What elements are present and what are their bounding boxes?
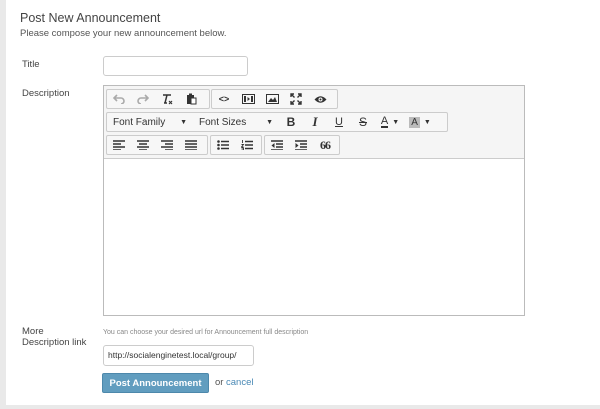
format-group: Font Family ▼ Font Sizes ▼ B I U S A ▼ A… [106, 112, 448, 132]
chevron-down-icon: ▼ [180, 118, 187, 126]
chevron-down-icon: ▼ [392, 118, 400, 126]
bold-button[interactable]: B [279, 113, 303, 131]
align-center-icon[interactable] [131, 136, 155, 154]
indent-icon[interactable] [289, 136, 313, 154]
history-group [106, 89, 210, 109]
underline-button[interactable]: U [327, 113, 351, 131]
chevron-down-icon: ▼ [423, 118, 431, 126]
clear-format-icon[interactable] [155, 90, 179, 108]
italic-label: I [312, 114, 318, 129]
strikethrough-label: S [358, 115, 367, 129]
background-color-button[interactable]: A ▼ [405, 113, 435, 131]
more-label-line2: Description link [22, 337, 87, 348]
blockquote-icon[interactable]: 66 [313, 136, 337, 154]
description-link-input[interactable]: http://socialenginetest.local/group/ [103, 345, 254, 366]
insert-group: <> [211, 89, 338, 109]
undo-icon[interactable] [107, 90, 131, 108]
paste-icon[interactable] [179, 90, 203, 108]
background-color-label: A [409, 116, 420, 128]
preview-icon[interactable] [308, 90, 332, 108]
fullscreen-icon[interactable] [284, 90, 308, 108]
more-label-line1: More [22, 326, 44, 337]
text-color-button[interactable]: A ▼ [375, 113, 405, 131]
code-icon-label: <> [218, 94, 230, 104]
description-label: Description [22, 88, 70, 99]
indent-group: 66 [264, 135, 340, 155]
font-family-select[interactable]: Font Family ▼ [107, 113, 193, 131]
numbered-list-icon[interactable] [235, 136, 259, 154]
chevron-down-icon: ▼ [266, 118, 273, 126]
align-right-icon[interactable] [155, 136, 179, 154]
title-label: Title [22, 59, 40, 70]
bold-label: B [286, 115, 296, 129]
more-description-hint: You can choose your desired url for Anno… [103, 329, 309, 336]
strikethrough-button[interactable]: S [351, 113, 375, 131]
font-family-label: Font Family [113, 116, 166, 128]
post-announcement-button[interactable]: Post Announcement [102, 373, 209, 393]
editor-toolbar: <> Font Family ▼ Font Sizes ▼ B I U S A … [104, 86, 524, 159]
underline-label: U [335, 116, 343, 128]
page-title: Post New Announcement [20, 11, 161, 25]
title-input[interactable] [103, 56, 248, 76]
cancel-link[interactable]: cancel [226, 377, 253, 388]
image-icon[interactable] [260, 90, 284, 108]
align-group [106, 135, 208, 155]
rich-text-editor[interactable]: <> Font Family ▼ Font Sizes ▼ B I U S A … [103, 85, 525, 316]
font-sizes-label: Font Sizes [199, 116, 247, 128]
align-left-icon[interactable] [107, 136, 131, 154]
italic-button[interactable]: I [303, 113, 327, 131]
page-bottom-border [0, 405, 600, 409]
bullet-list-icon[interactable] [211, 136, 235, 154]
outdent-icon[interactable] [265, 136, 289, 154]
blockquote-label: 66 [320, 137, 331, 152]
list-group [210, 135, 262, 155]
more-description-label: More Description link [22, 326, 86, 348]
editor-content-area[interactable] [104, 158, 524, 315]
text-color-label: A [380, 115, 389, 128]
code-icon[interactable]: <> [212, 90, 236, 108]
font-sizes-select[interactable]: Font Sizes ▼ [193, 113, 279, 131]
or-text: or [215, 377, 224, 388]
page-subtitle: Please compose your new announcement bel… [20, 28, 227, 39]
media-icon[interactable] [236, 90, 260, 108]
justify-icon[interactable] [179, 136, 203, 154]
redo-icon[interactable] [131, 90, 155, 108]
